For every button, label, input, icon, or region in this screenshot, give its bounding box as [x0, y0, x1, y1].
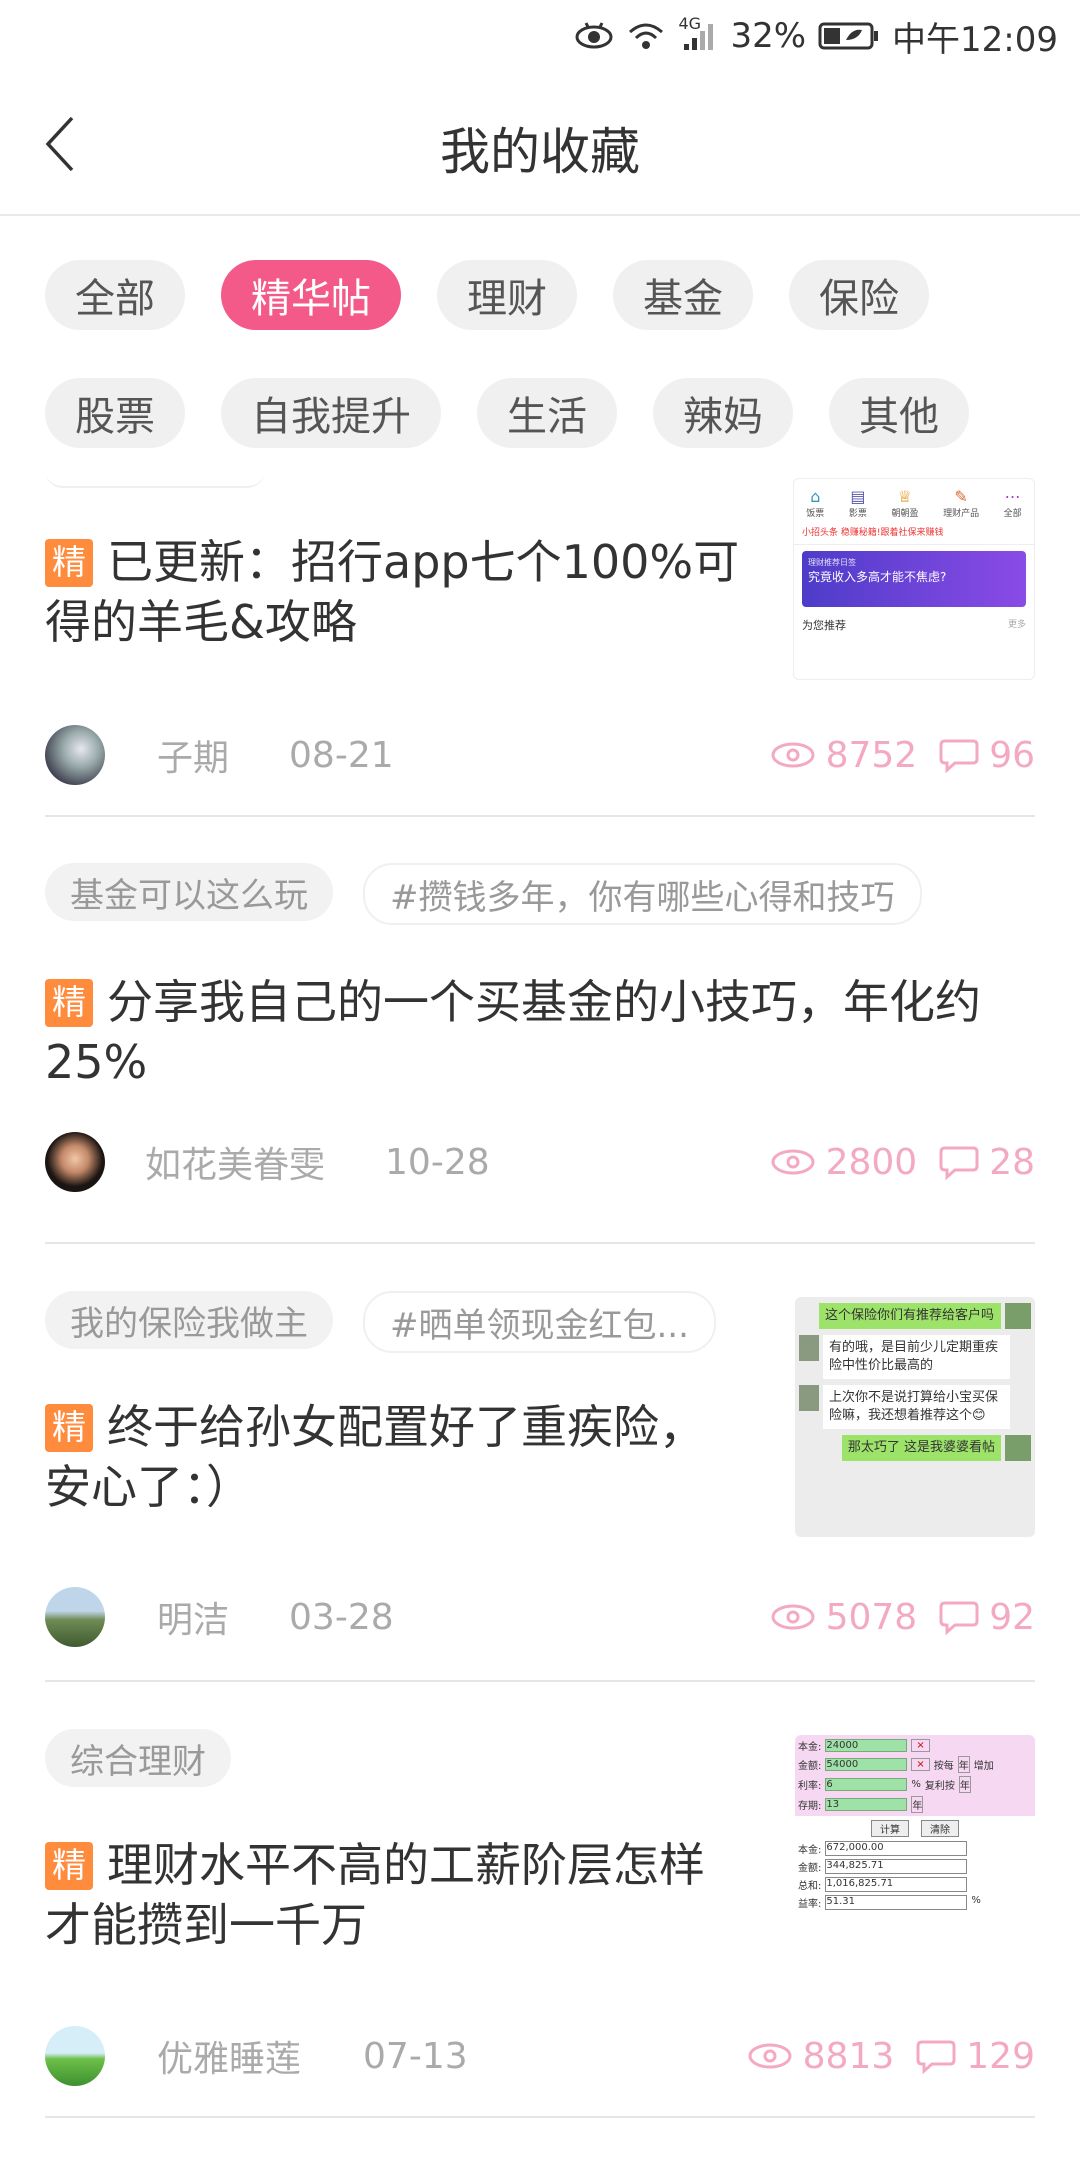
post-thumbnail: 这个保险你们有推荐给客户吗 有的哦，是目前少儿定期重疾险中性价比最高的 上次你不…	[795, 1297, 1035, 1537]
category-tags: 全部 精华帖 理财 基金 保险 股票 自我提升 生活 辣妈 其他	[45, 260, 1045, 496]
comment-count: 92	[989, 1596, 1035, 1638]
post-date: 03-28	[289, 1596, 394, 1638]
author-name[interactable]: 如花美眷雯	[145, 1136, 325, 1188]
post-stats: 2800 28	[770, 1142, 1035, 1183]
essence-badge: 精	[45, 1842, 93, 1890]
tag-self-improve[interactable]: 自我提升	[221, 378, 441, 448]
topic-chip[interactable]: 基金可以这么玩	[45, 863, 333, 921]
hashtag-chip[interactable]: #攒钱多年，你有哪些心得和技巧	[363, 863, 922, 925]
post-date: 10-28	[385, 1141, 490, 1183]
avatar[interactable]	[45, 1587, 105, 1647]
post-meta: 子期 08-21 8752 96	[45, 725, 1035, 785]
essence-badge: 精	[45, 539, 93, 587]
post-thumbnail: 本金: 24000 × 金额: 54000 × 按每年增加 利率: 6% 复利按年 存期: 13…	[795, 1735, 1035, 1960]
topic-chip[interactable]: 综合理财	[45, 1729, 231, 1787]
comment-count: 28	[989, 1141, 1035, 1183]
post-stats: 5078 92	[770, 1597, 1035, 1638]
list-item[interactable]: 我的保险我做主 #晒单领现金红包... 精终于给孙女配置好了重疾险，安心了：） …	[45, 1285, 1035, 1682]
post-meta: 明洁 03-28 5078 92	[45, 1587, 1035, 1647]
author-name[interactable]: 子期	[157, 729, 229, 781]
avatar[interactable]	[45, 725, 105, 785]
views-icon	[771, 1604, 815, 1630]
avatar[interactable]	[45, 2026, 105, 2086]
comment-count: 96	[989, 734, 1035, 776]
topic-chip[interactable]: 我的保险我做主	[45, 1291, 333, 1349]
view-count: 8752	[825, 734, 918, 776]
post-stats: 8752 96	[770, 735, 1035, 776]
post-stats: 8813 129	[747, 2036, 1035, 2077]
tag-mom[interactable]: 辣妈	[653, 378, 793, 448]
essence-badge: 精	[45, 1404, 93, 1452]
partial-topic	[45, 470, 265, 488]
tag-finance[interactable]: 理财	[437, 260, 577, 330]
post-title: 精分享我自己的一个买基金的小技巧，年化约25%	[45, 975, 981, 1089]
post-date: 08-21	[289, 734, 394, 776]
post-meta: 优雅睡莲 07-13 8813 129	[45, 2026, 1035, 2086]
list-item[interactable]: 综合理财 精理财水平不高的工薪阶层怎样才能攒到一千万 本金: 24000 × 金额:…	[45, 1723, 1035, 2118]
battery-percent: 32%	[730, 16, 807, 56]
tag-insurance[interactable]: 保险	[789, 260, 929, 330]
tag-life[interactable]: 生活	[477, 378, 617, 448]
post-title: 精已更新：招行app七个100%可得的羊毛&攻略	[45, 535, 740, 649]
views-icon	[748, 2043, 792, 2069]
hashtag-chip[interactable]: #晒单领现金红包...	[363, 1291, 716, 1353]
network-type: 4G	[678, 14, 702, 33]
post-date: 07-13	[363, 2035, 468, 2077]
page-title: 我的收藏	[440, 123, 640, 181]
battery-icon	[818, 20, 880, 52]
list-item[interactable]: 基金可以这么玩 #攒钱多年，你有哪些心得和技巧 精分享我自己的一个买基金的小技巧…	[45, 857, 1035, 1244]
tag-fund[interactable]: 基金	[613, 260, 753, 330]
tag-all[interactable]: 全部	[45, 260, 185, 330]
view-count: 8813	[802, 2035, 895, 2077]
post-thumbnail: ⌂ 饭票 ▤ 影票 ♕ 朝朝盈 ✎ 理财产品 ⋯ 全部 小招头条 稳赚秘籍!跟着社保来赚钱…	[793, 478, 1035, 680]
post-meta: 如花美眷雯 10-28 2800 28	[45, 1132, 1035, 1192]
signal-icon: 4G	[678, 14, 718, 52]
comment-icon	[916, 2040, 956, 2074]
comment-icon	[939, 739, 979, 773]
tag-essence[interactable]: 精华帖	[221, 260, 401, 330]
views-icon	[771, 1149, 815, 1175]
header: 我的收藏	[0, 72, 1080, 216]
clock: 中午12:09	[892, 19, 1058, 60]
status-bar: 4G 32% 中午12:09	[0, 0, 1080, 72]
views-icon	[771, 742, 815, 768]
author-name[interactable]: 明洁	[157, 1591, 229, 1643]
view-count: 5078	[825, 1596, 918, 1638]
tag-stock[interactable]: 股票	[45, 378, 185, 448]
post-title: 精终于给孙女配置好了重疾险，安心了：）	[45, 1400, 705, 1514]
list-item[interactable]: 精已更新：招行app七个100%可得的羊毛&攻略 ⌂ 饭票 ▤ 影票 ♕ 朝朝盈 ✎ 理…	[45, 470, 1035, 817]
post-title: 精理财水平不高的工薪阶层怎样才能攒到一千万	[45, 1838, 705, 1952]
comment-icon	[939, 1146, 979, 1180]
essence-badge: 精	[45, 979, 93, 1027]
view-count: 2800	[825, 1141, 918, 1183]
avatar[interactable]	[45, 1132, 105, 1192]
author-name[interactable]: 优雅睡莲	[157, 2030, 301, 2082]
tag-other[interactable]: 其他	[829, 378, 969, 448]
eye-icon	[574, 21, 614, 51]
comment-icon	[939, 1601, 979, 1635]
wifi-icon	[626, 20, 666, 52]
comment-count: 129	[966, 2035, 1035, 2077]
